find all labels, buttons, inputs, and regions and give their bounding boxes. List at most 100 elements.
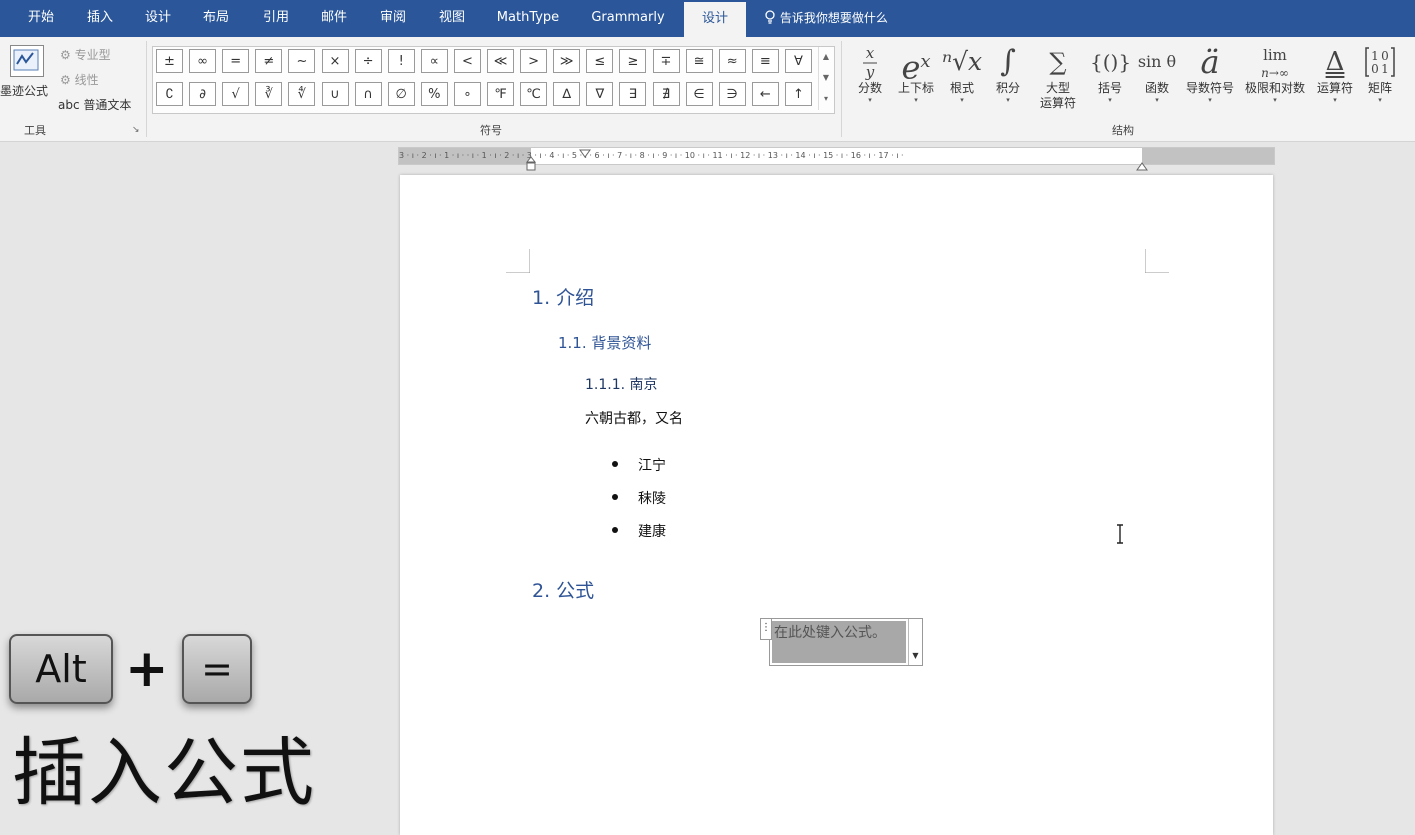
tab-equation-design[interactable]: 设计 [684,2,746,37]
symbol-button[interactable]: ∪ [321,82,349,106]
symbol-button[interactable]: ∇ [586,82,614,106]
professional-icon: ⚙ [60,48,75,62]
document-page[interactable]: 1. 介绍 1.1. 背景资料 1.1.1. 南京 六朝古都，又名 江宁 秣陵 … [400,175,1273,835]
symbol-button[interactable]: ∝ [420,49,448,73]
symbol-button[interactable]: = [222,49,250,73]
heading-3-nanjing[interactable]: 1.1.1. 南京 [585,374,658,394]
dropdown-arrow-icon: ▾ [1006,96,1010,104]
symbol-button[interactable]: ≈ [718,49,746,73]
symbol-button[interactable]: ∓ [652,49,680,73]
accent-label: 导数符号 [1185,81,1234,95]
equation-handle-icon[interactable]: ⋮ [760,618,772,640]
linear-button[interactable]: ⚙ 线性 [60,71,99,88]
gallery-scroll-up-icon[interactable]: ▲ [818,47,833,68]
symbol-button[interactable]: ℉ [487,82,514,106]
symbol-button[interactable]: ∈ [685,82,713,106]
symbol-button[interactable]: ∘ [453,82,481,106]
symbol-button[interactable]: ± [156,49,183,73]
limit-log-button[interactable]: lim n→∞ 极限和对数 ▾ [1240,43,1310,105]
menu-bar: 开始 插入 设计 布局 引用 邮件 审阅 视图 MathType Grammar… [0,0,1415,37]
symbol-button[interactable]: ∂ [189,82,217,106]
bracket-button[interactable]: {()} 括号 ▾ [1090,43,1131,105]
list-item[interactable]: 秣陵 [638,488,666,508]
tab-mailings[interactable]: 邮件 [310,0,358,37]
svg-text:0: 0 [1371,62,1379,76]
heading-1-intro[interactable]: 1. 介绍 [532,283,594,310]
symbol-button[interactable]: % [420,82,448,106]
tab-insert[interactable]: 插入 [76,0,124,37]
symbol-button[interactable]: ∞ [189,49,217,73]
gallery-more-icon[interactable]: ▾ [818,89,833,110]
tab-grammarly[interactable]: Grammarly [586,0,670,37]
symbol-button[interactable]: ≠ [255,49,283,73]
svg-text:y: y [865,63,875,81]
symbol-button[interactable]: ≥ [619,49,647,73]
symbol-button[interactable]: ~ [288,49,316,73]
function-button[interactable]: sin θ 函数 ▾ [1136,43,1178,105]
fraction-button[interactable]: xy 分数 ▾ [852,43,888,105]
list-item[interactable]: 建康 [638,521,666,541]
symbol-button[interactable]: ≡ [751,49,779,73]
symbol-button[interactable]: ∜ [288,82,316,106]
accent-button[interactable]: ä 导数符号 ▾ [1182,43,1238,105]
equation-placeholder[interactable]: 在此处键入公式。 [774,622,886,642]
tab-layout[interactable]: 布局 [192,0,240,37]
script-button[interactable]: ex 上下标 ▾ [893,43,939,105]
symbol-button[interactable]: ≅ [685,49,713,73]
tab-view[interactable]: 视图 [428,0,476,37]
tab-home[interactable]: 开始 [17,0,65,37]
professional-button[interactable]: ⚙ 专业型 [60,46,111,63]
horizontal-ruler[interactable]: 3 · ı · 2 · ı · 1 · ı · · ı · 1 · ı · 2 … [398,144,1275,171]
normal-text-button[interactable]: abc 普通文本 [58,96,131,113]
tab-review[interactable]: 审阅 [369,0,417,37]
first-line-indent-marker-icon[interactable] [579,144,591,163]
integral-label: 积分 [995,81,1020,95]
dropdown-arrow-icon: ▾ [1378,96,1382,104]
symbol-button[interactable]: ℃ [520,82,548,106]
heading-2-background[interactable]: 1.1. 背景资料 [558,332,651,353]
symbol-button[interactable]: < [453,49,481,73]
radical-button[interactable]: ⁿ√x 根式 ▾ [942,43,982,105]
ink-equation-button[interactable]: 墨迹公式 [0,82,48,99]
symbol-button[interactable]: √ [222,82,250,106]
body-paragraph[interactable]: 六朝古都，又名 [585,408,683,428]
symbol-button[interactable]: > [520,49,548,73]
symbol-button[interactable]: ≤ [586,49,614,73]
left-indent-marker-icon[interactable] [525,156,537,176]
operator-button[interactable]: Δ 运算符 ▾ [1312,43,1358,105]
large-operator-button[interactable]: ∑ 大型 运算符 [1032,43,1084,111]
equation-options-dropdown-icon[interactable]: ▼ [908,619,922,665]
symbol-button[interactable]: ← [751,82,779,106]
tab-mathtype[interactable]: MathType [490,0,566,37]
ink-equation-icon[interactable] [10,45,44,77]
equation-field[interactable]: ⋮ 在此处键入公式。 ▼ [760,618,923,666]
symbol-button[interactable]: ÷ [354,49,382,73]
symbol-button[interactable]: ≪ [487,49,514,73]
tab-design[interactable]: 设计 [134,0,182,37]
symbol-button[interactable]: ∛ [255,82,283,106]
symbol-button[interactable]: ! [387,49,415,73]
heading-1-formula[interactable]: 2. 公式 [532,576,594,603]
symbols-group-label: 符号 [480,124,502,137]
symbol-button[interactable]: ∃ [619,82,647,106]
symbol-button[interactable]: ∋ [718,82,746,106]
symbol-button[interactable]: ∄ [652,82,680,106]
symbol-button[interactable]: × [321,49,349,73]
tab-references[interactable]: 引用 [252,0,300,37]
integral-button[interactable]: ∫ 积分 ▾ [990,43,1026,105]
list-item[interactable]: 江宁 [638,455,666,475]
symbol-button[interactable]: ∅ [387,82,415,106]
symbol-button[interactable]: ∆ [553,82,581,106]
right-indent-marker-icon[interactable] [1136,156,1148,175]
professional-label: 专业型 [74,48,111,62]
symbol-button[interactable]: ≫ [553,49,581,73]
dialog-launcher-icon[interactable]: ↘ [132,125,140,135]
matrix-button[interactable]: 1001 矩阵 ▾ [1360,43,1400,105]
symbol-button[interactable]: ∀ [784,49,812,73]
gallery-scroll-down-icon[interactable]: ▼ [818,68,833,89]
symbol-button[interactable]: ∩ [354,82,382,106]
symbol-button[interactable]: ∁ [156,82,183,106]
symbol-button[interactable]: ↑ [784,82,812,106]
tell-me-search[interactable]: 告诉我你想要做什么 [764,0,888,37]
lightbulb-icon [764,10,780,25]
